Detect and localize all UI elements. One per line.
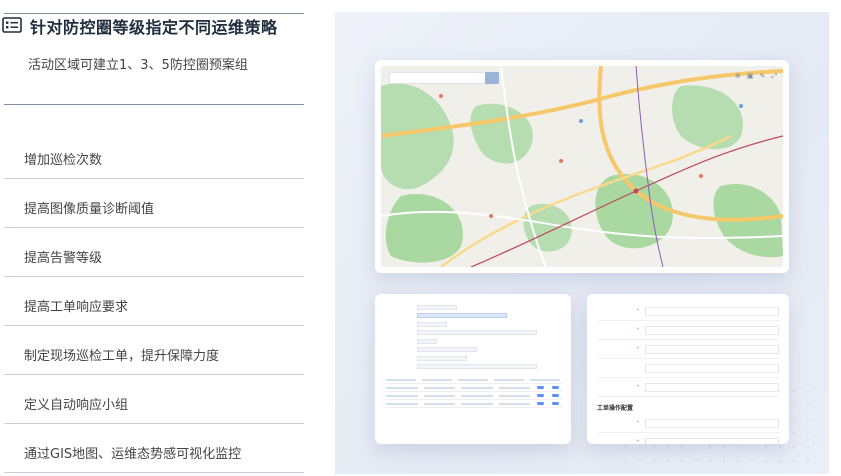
- map-search-button[interactable]: [485, 72, 499, 84]
- table-row: [383, 384, 563, 392]
- table-row: [383, 392, 563, 400]
- toggle-switch[interactable]: [537, 401, 544, 406]
- form-field[interactable]: [417, 304, 457, 310]
- form-field[interactable]: [645, 382, 779, 392]
- gis-map-card: ⊕ ▣ ✎ ⤢: [375, 60, 789, 273]
- table-row: [383, 376, 563, 384]
- form-field[interactable]: [417, 355, 467, 361]
- layer-icon[interactable]: ▣: [747, 72, 754, 81]
- form-field[interactable]: [417, 338, 437, 344]
- map-toolbar: ⊕ ▣ ✎ ⤢: [735, 72, 777, 81]
- workorder-form-card: * * * * 工单操作配置 * *: [587, 294, 789, 444]
- map-graphic: [381, 66, 783, 267]
- strategy-item: 增加巡检次数: [4, 130, 304, 179]
- page-subtitle: 活动区域可建立1、3、5防控圈预案组: [28, 58, 248, 73]
- form-field[interactable]: [417, 364, 537, 370]
- measure-icon[interactable]: ✎: [760, 72, 766, 81]
- toggle-switch[interactable]: [552, 385, 559, 390]
- toggle-switch[interactable]: [552, 393, 559, 398]
- page-title: 针对防控圈等级指定不同运维策略: [30, 18, 278, 37]
- strategy-item: 定义自动响应小组: [4, 375, 304, 424]
- form-field[interactable]: [645, 325, 779, 335]
- toggle-switch[interactable]: [537, 385, 544, 390]
- toggle-switch[interactable]: [537, 393, 544, 398]
- form-field[interactable]: [645, 418, 779, 428]
- list-checklist-icon: [2, 17, 24, 35]
- strategy-item: 通过GIS地图、运维态势感可视化监控: [4, 424, 304, 473]
- screenshot-showcase: ⊕ ▣ ✎ ⤢ * * * * 工单操作配置 * *: [335, 12, 829, 474]
- workorder-section-title: 工单操作配置: [597, 405, 634, 412]
- table-row: [383, 400, 563, 408]
- form-field[interactable]: [417, 347, 477, 353]
- strategy-item: 提高告警等级: [4, 228, 304, 277]
- zoom-icon[interactable]: ⊕: [735, 72, 741, 81]
- config-table: [383, 376, 563, 408]
- strategy-item: 提高图像质量诊断阈值: [4, 179, 304, 228]
- config-form-card: [375, 294, 571, 444]
- header-divider-bottom: [4, 104, 304, 105]
- form-field[interactable]: [645, 437, 779, 444]
- toggle-switch[interactable]: [552, 401, 559, 406]
- strategy-panel: 针对防控圈等级指定不同运维策略 活动区域可建立1、3、5防控圈预案组 增加巡检次…: [0, 0, 310, 476]
- gis-map[interactable]: ⊕ ▣ ✎ ⤢: [381, 66, 783, 267]
- strategy-item: 提高工单响应要求: [4, 277, 304, 326]
- map-search-input[interactable]: [389, 72, 499, 84]
- form-field[interactable]: [417, 313, 507, 319]
- form-field[interactable]: [417, 321, 447, 327]
- form-field[interactable]: [645, 344, 779, 354]
- strategy-list: 增加巡检次数 提高图像质量诊断阈值 提高告警等级 提高工单响应要求 制定现场巡检…: [4, 130, 304, 473]
- fullscreen-icon[interactable]: ⤢: [771, 72, 777, 81]
- form-field[interactable]: [417, 330, 537, 336]
- title-row: 针对防控圈等级指定不同运维策略: [2, 14, 278, 38]
- form-field[interactable]: [645, 363, 779, 373]
- strategy-item: 制定现场巡检工单，提升保障力度: [4, 326, 304, 375]
- form-field[interactable]: [645, 306, 779, 316]
